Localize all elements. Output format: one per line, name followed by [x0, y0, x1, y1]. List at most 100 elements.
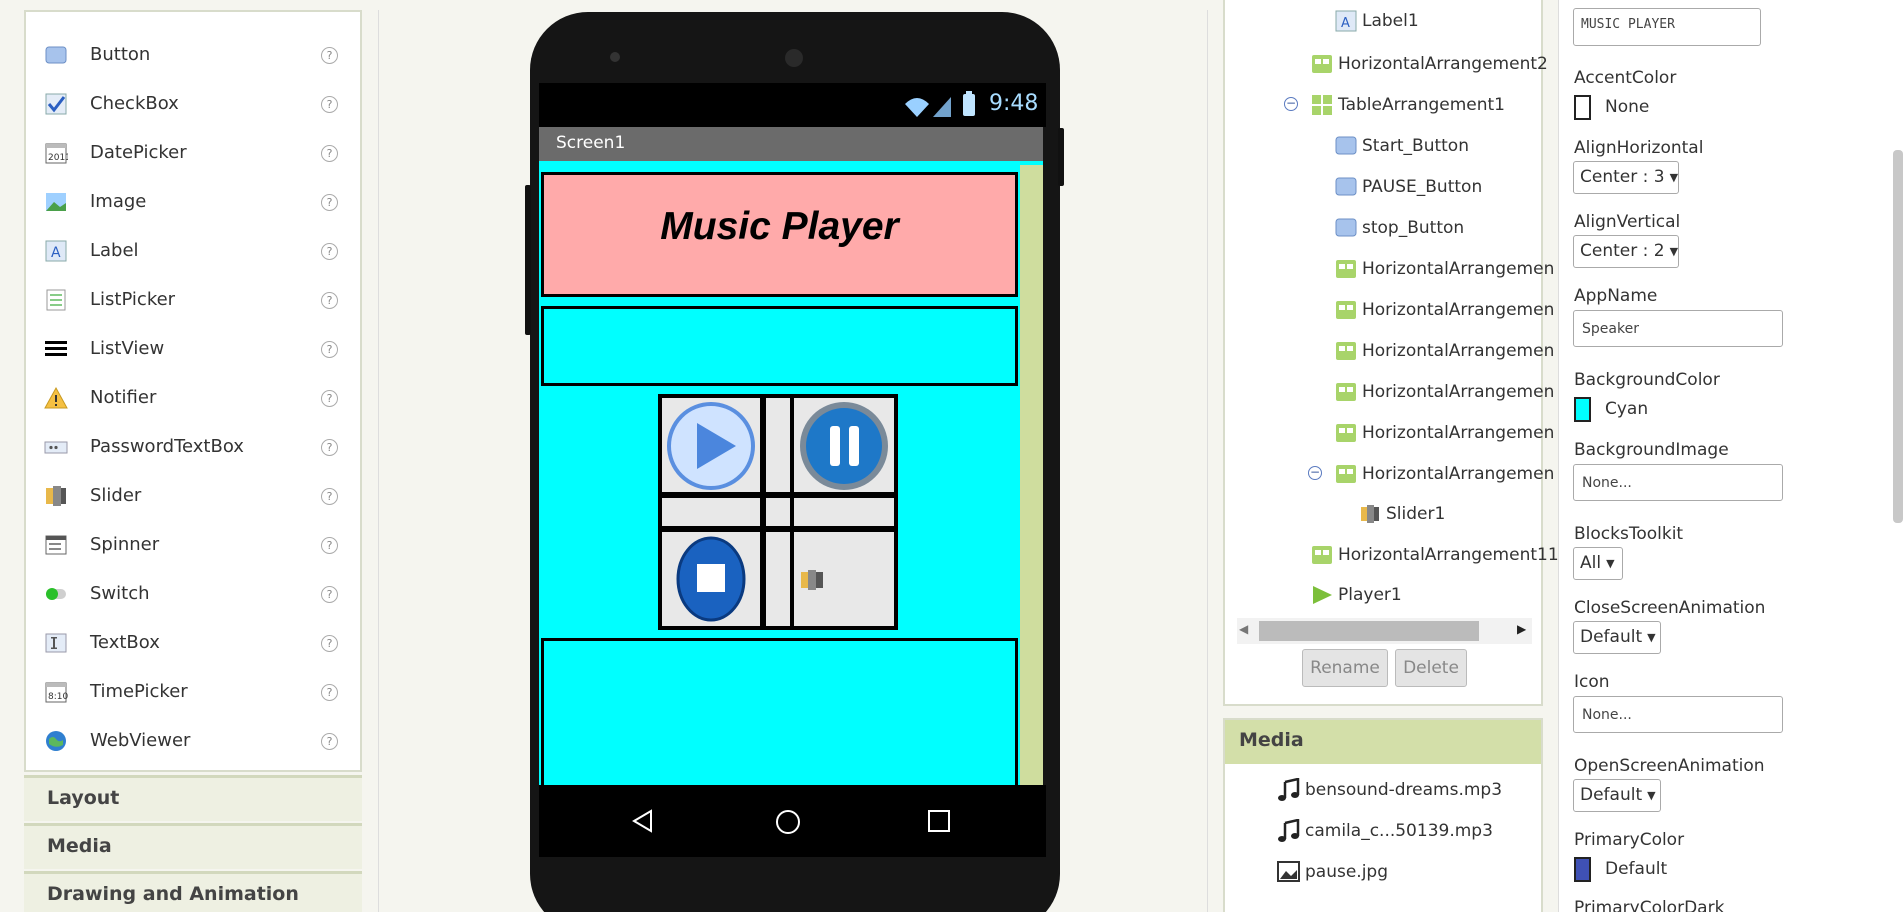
button-icon — [1335, 177, 1357, 196]
stop-button-cell[interactable] — [662, 532, 760, 626]
notifier-icon — [44, 386, 68, 409]
spinner-icon — [45, 535, 67, 555]
scroll-left-icon[interactable]: ◀ — [1239, 622, 1248, 636]
app-name-input[interactable]: Speaker — [1573, 310, 1783, 347]
horizontal-arrangement11-preview[interactable] — [541, 638, 1018, 788]
tree-item[interactable]: stop_Button — [1362, 218, 1464, 238]
help-icon[interactable]: ? — [321, 537, 338, 554]
palette-item-image[interactable]: Image? — [26, 177, 360, 226]
palette-category-layout[interactable]: Layout — [24, 775, 362, 821]
start-button-cell[interactable] — [662, 398, 760, 492]
recents-icon[interactable] — [927, 809, 951, 833]
properties-vscroll-thumb[interactable] — [1893, 150, 1903, 523]
help-icon[interactable]: ? — [321, 96, 338, 113]
slider-cell[interactable] — [794, 532, 894, 626]
help-icon[interactable]: ? — [321, 194, 338, 211]
align-vertical-select[interactable]: Center : 2 ▼ — [1573, 235, 1679, 268]
help-icon[interactable]: ? — [321, 390, 338, 407]
media-file-item[interactable]: pause.jpg — [1305, 862, 1388, 882]
tree-item[interactable]: HorizontalArrangemen — [1362, 382, 1554, 402]
tree-item[interactable]: HorizontalArrangement11 — [1338, 545, 1559, 565]
primary-color-value[interactable]: Default — [1605, 859, 1667, 879]
palette-item-textbox[interactable]: TextBox? — [26, 618, 360, 667]
palette-category-drawing[interactable]: Drawing and Animation — [24, 871, 362, 912]
palette-item-notifier[interactable]: Notifier? — [26, 373, 360, 422]
title-textarea[interactable]: MUSIC PLAYER — [1573, 8, 1761, 46]
tree-item[interactable]: HorizontalArrangemen — [1362, 423, 1554, 443]
tree-item[interactable]: HorizontalArrangemen — [1362, 341, 1554, 361]
palette-item-timepicker[interactable]: 8:10 TimePicker? — [26, 667, 360, 716]
properties-panel: MUSIC PLAYER AccentColor None AlignHoriz… — [1558, 0, 1903, 912]
slider-icon — [1361, 505, 1379, 523]
horizontal-arrangement2-preview[interactable] — [541, 306, 1018, 386]
palette-item-button[interactable]: Button? — [26, 30, 360, 79]
help-icon[interactable]: ? — [321, 635, 338, 652]
scroll-right-icon[interactable]: ▶ — [1517, 622, 1526, 636]
palette-item-webviewer[interactable]: WebViewer? — [26, 716, 360, 765]
tree-item[interactable]: Slider1 — [1386, 504, 1445, 524]
palette-item-label[interactable]: A Label? — [26, 226, 360, 275]
accent-color-value[interactable]: None — [1605, 97, 1649, 117]
palette-category-media[interactable]: Media — [24, 823, 362, 869]
open-animation-select[interactable]: Default ▼ — [1573, 779, 1661, 812]
tree-item[interactable]: Label1 — [1362, 11, 1419, 31]
collapse-icon[interactable]: − — [1284, 97, 1298, 111]
tree-hscrollbar[interactable]: ◀ ▶ — [1237, 618, 1532, 644]
tree-item[interactable]: Start_Button — [1362, 136, 1469, 156]
background-color-value[interactable]: Cyan — [1605, 399, 1648, 419]
slider-icon — [46, 486, 66, 506]
palette-item-passwordtextbox[interactable]: PasswordTextBox? — [26, 422, 360, 471]
palette-item-label: ListView — [90, 338, 165, 359]
palette-item-label: DatePicker — [90, 142, 187, 163]
table-cell — [794, 498, 894, 526]
tree-item[interactable]: HorizontalArrangemen — [1362, 259, 1554, 279]
table-arrangement1-preview[interactable] — [658, 394, 898, 630]
help-icon[interactable]: ? — [321, 292, 338, 309]
palette-item-label: Spinner — [90, 534, 160, 555]
palette-item-switch[interactable]: Switch? — [26, 569, 360, 618]
palette-item-listpicker[interactable]: ListPicker? — [26, 275, 360, 324]
help-icon[interactable]: ? — [321, 341, 338, 358]
button-icon — [1335, 136, 1357, 155]
help-icon[interactable]: ? — [321, 684, 338, 701]
close-animation-select[interactable]: Default ▼ — [1573, 621, 1661, 654]
help-icon[interactable]: ? — [321, 243, 338, 260]
tree-item[interactable]: TableArrangement1 — [1338, 95, 1505, 115]
media-file-item[interactable]: camila_c...50139.mp3 — [1305, 821, 1493, 841]
help-icon[interactable]: ? — [321, 47, 338, 64]
delete-button[interactable]: Delete — [1395, 649, 1467, 687]
help-icon[interactable]: ? — [321, 488, 338, 505]
tree-item[interactable]: HorizontalArrangement2 — [1338, 54, 1548, 74]
background-image-input[interactable]: None... — [1573, 464, 1783, 501]
palette-item-spinner[interactable]: Spinner? — [26, 520, 360, 569]
app-title: Music Player — [660, 205, 899, 248]
tree-item[interactable]: HorizontalArrangemen — [1362, 300, 1554, 320]
help-icon[interactable]: ? — [321, 733, 338, 750]
palette-item-listview[interactable]: ListView? — [26, 324, 360, 373]
tree-hscroll-thumb[interactable] — [1259, 621, 1479, 641]
palette-item-datepicker[interactable]: 2011 DatePicker? — [26, 128, 360, 177]
chevron-down-icon: ▼ — [1647, 788, 1656, 802]
close-animation-label: CloseScreenAnimation — [1574, 598, 1766, 618]
icon-input[interactable]: None... — [1573, 696, 1783, 733]
palette-item-slider[interactable]: Slider? — [26, 471, 360, 520]
accent-color-swatch[interactable] — [1574, 95, 1591, 120]
help-icon[interactable]: ? — [321, 145, 338, 162]
media-file-item[interactable]: bensound-dreams.mp3 — [1305, 780, 1502, 800]
primary-color-swatch[interactable] — [1574, 857, 1591, 882]
pause-button-cell[interactable] — [794, 398, 894, 492]
back-icon[interactable] — [631, 809, 655, 833]
collapse-icon[interactable]: − — [1308, 466, 1322, 480]
tree-item[interactable]: HorizontalArrangemen — [1362, 464, 1554, 484]
help-icon[interactable]: ? — [321, 439, 338, 456]
rename-button[interactable]: Rename — [1302, 649, 1388, 687]
background-color-swatch[interactable] — [1574, 397, 1591, 422]
blocks-toolkit-select[interactable]: All ▼ — [1573, 547, 1623, 580]
palette-item-checkbox[interactable]: CheckBox? — [26, 79, 360, 128]
align-horizontal-select[interactable]: Center : 3 ▼ — [1573, 161, 1679, 194]
tree-item[interactable]: PAUSE_Button — [1362, 177, 1482, 197]
label1-preview[interactable]: Music Player — [541, 172, 1018, 297]
tree-item[interactable]: Player1 — [1338, 585, 1402, 605]
home-icon[interactable] — [775, 809, 801, 835]
help-icon[interactable]: ? — [321, 586, 338, 603]
